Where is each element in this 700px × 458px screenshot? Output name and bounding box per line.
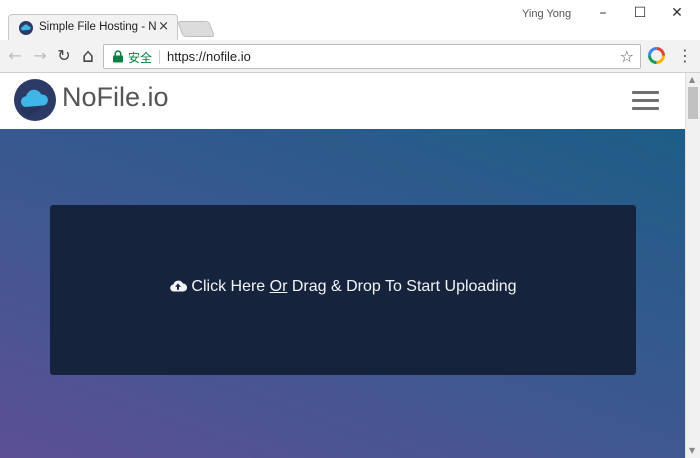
address-separator — [159, 50, 160, 64]
minimize-icon[interactable]: – — [593, 4, 613, 22]
lock-icon — [113, 50, 123, 63]
close-window-icon[interactable]: ✕ — [667, 4, 687, 22]
browser-menu-icon[interactable]: ⋮ — [677, 46, 693, 66]
address-bar[interactable]: 安全 https://nofile.io ☆ — [103, 44, 641, 69]
secure-label: 安全 — [128, 51, 153, 65]
star-icon[interactable]: ☆ — [620, 47, 634, 66]
tab-close-icon[interactable]: × — [158, 19, 169, 35]
upload-text-or: Or — [269, 278, 288, 295]
upload-dropzone[interactable]: Click Here Or Drag & Drop To Start Uploa… — [50, 205, 636, 375]
upload-text-after: Drag & Drop To Start Uploading — [287, 278, 517, 295]
extension-icon[interactable] — [648, 47, 665, 64]
scroll-down-arrow-icon[interactable]: ▼ — [689, 446, 695, 455]
site-brand[interactable]: NoFile.io — [62, 82, 169, 113]
maximize-icon[interactable]: ☐ — [630, 4, 650, 22]
browser-titlebar: Simple File Hosting - No × Ying Yong – ☐… — [0, 0, 700, 41]
scroll-thumb[interactable] — [688, 87, 698, 119]
url-text[interactable]: https://nofile.io — [167, 49, 251, 64]
tab-title: Simple File Hosting - No — [39, 21, 157, 33]
hero-section: Click Here Or Drag & Drop To Start Uploa… — [0, 129, 685, 458]
forward-arrow-icon[interactable]: → — [30, 46, 50, 66]
favicon-cloud-icon — [19, 21, 33, 35]
cloud-upload-icon — [170, 280, 188, 292]
site-header: NoFile.io — [0, 73, 685, 129]
browser-toolbar: ← → ↻ ⌂ 安全 https://nofile.io ☆ ⋮ — [0, 40, 700, 73]
scroll-up-arrow-icon[interactable]: ▲ — [689, 75, 695, 84]
browser-tab[interactable]: Simple File Hosting - No × — [8, 14, 178, 41]
reload-icon[interactable]: ↻ — [54, 46, 74, 66]
profile-name[interactable]: Ying Yong — [522, 8, 571, 20]
upload-prompt[interactable]: Click Here Or Drag & Drop To Start Uploa… — [50, 278, 636, 296]
back-arrow-icon[interactable]: ← — [5, 46, 25, 66]
home-icon[interactable]: ⌂ — [78, 46, 98, 66]
hamburger-menu-icon[interactable] — [632, 91, 660, 111]
upload-text-before: Click Here — [191, 278, 270, 295]
cloud-icon[interactable] — [14, 79, 56, 121]
page-scrollbar[interactable]: ▲ ▼ — [685, 73, 700, 458]
new-tab-button[interactable] — [177, 21, 215, 37]
page-viewport: NoFile.io Click Here Or Drag & Drop To S… — [0, 73, 700, 458]
